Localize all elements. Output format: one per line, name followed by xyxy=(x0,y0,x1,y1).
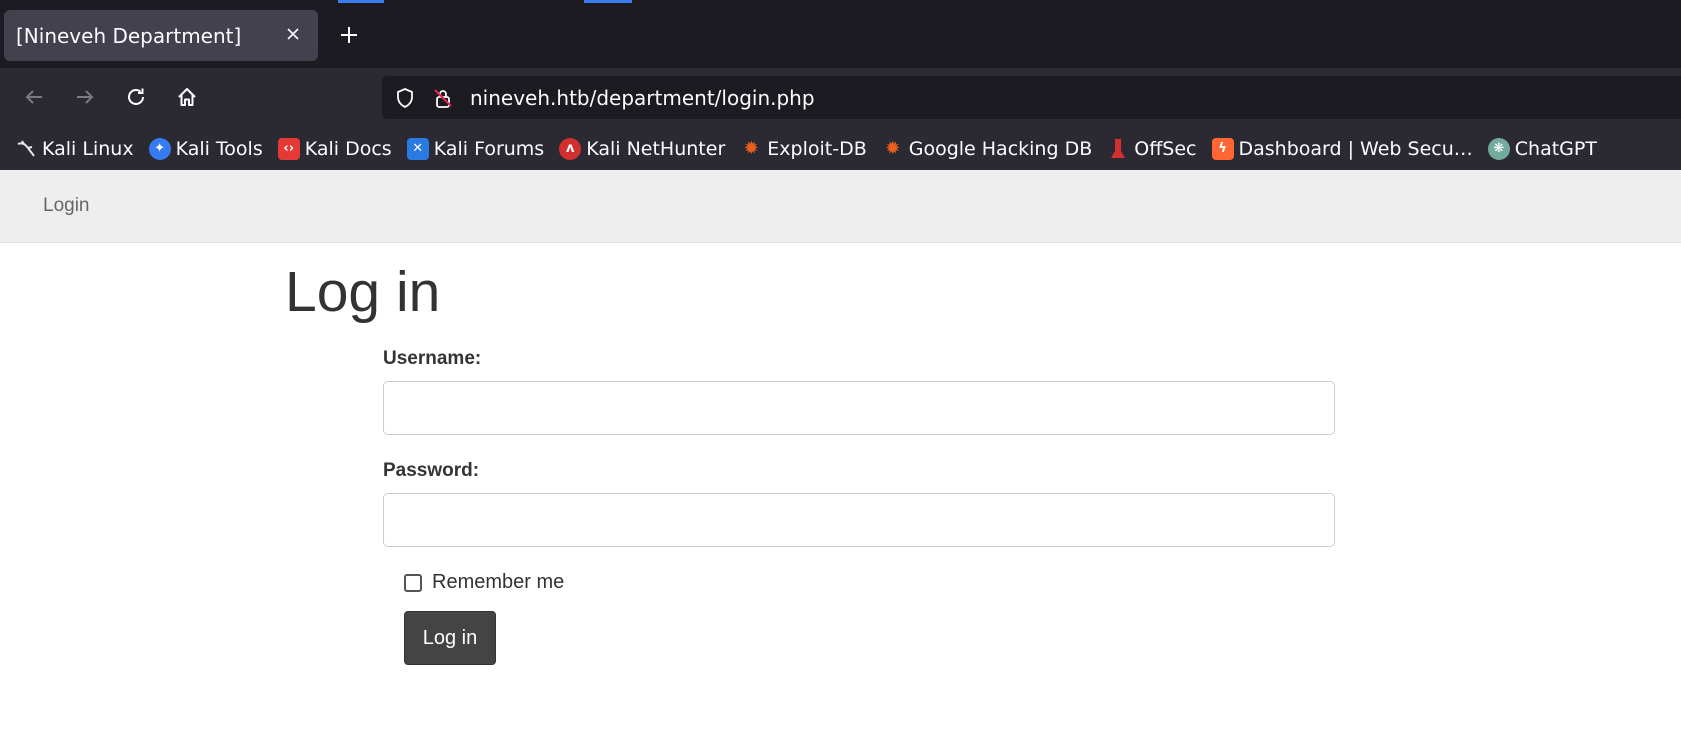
portswigger-icon: ϟ xyxy=(1211,137,1234,160)
tab-title: [Nineveh Department] xyxy=(16,24,242,48)
home-icon[interactable] xyxy=(170,80,204,114)
bookmark-kali-tools[interactable]: ✦ Kali Tools xyxy=(148,137,263,160)
ghdb-icon: ✹ xyxy=(885,138,901,159)
bookmark-label: Kali Tools xyxy=(175,137,263,160)
nav-link-login[interactable]: Login xyxy=(43,195,90,217)
tab-strip: [Nineveh Department] xyxy=(0,0,1681,68)
kali-forums-icon: ✕ xyxy=(406,137,429,160)
bookmark-label: Dashboard | Web Secu… xyxy=(1238,137,1473,160)
username-label: Username: xyxy=(383,348,482,369)
bookmark-kali-nethunter[interactable]: ʌ Kali NetHunter xyxy=(559,137,726,160)
nav-toolbar: nineveh.htb/department/login.php xyxy=(0,68,1681,127)
page-title: Log in xyxy=(285,260,441,324)
remember-me-label[interactable]: Remember me xyxy=(432,571,564,594)
plus-icon[interactable] xyxy=(334,20,364,50)
bookmark-exploit-db[interactable]: ✹ Exploit-DB xyxy=(740,137,867,160)
bookmark-label: Kali Forums xyxy=(433,137,545,160)
arrow-right-icon[interactable] xyxy=(68,80,102,114)
bookmark-kali-forums[interactable]: ✕ Kali Forums xyxy=(406,137,545,160)
web-page: Login Log in Username: Password: Remembe… xyxy=(0,170,1681,742)
close-icon[interactable] xyxy=(280,21,306,47)
login-button[interactable]: Log in xyxy=(404,611,496,665)
password-input[interactable] xyxy=(383,493,1335,547)
bookmark-chatgpt[interactable]: ❋ ChatGPT xyxy=(1487,137,1597,160)
bookmark-label: Kali Linux xyxy=(42,137,134,160)
tab-indicator xyxy=(338,0,384,3)
bookmark-label: Exploit-DB xyxy=(767,137,867,160)
arrow-left-icon[interactable] xyxy=(17,80,51,114)
bookmark-dashboard-web-security[interactable]: ϟ Dashboard | Web Secu… xyxy=(1211,137,1473,160)
kali-tools-icon: ✦ xyxy=(148,137,171,160)
tab-indicator xyxy=(584,0,632,3)
url-text[interactable]: nineveh.htb/department/login.php xyxy=(470,86,815,110)
reload-icon[interactable] xyxy=(119,80,153,114)
url-bar[interactable]: nineveh.htb/department/login.php xyxy=(382,76,1681,119)
tab-nineveh-department[interactable]: [Nineveh Department] xyxy=(4,10,318,61)
remember-me-row[interactable]: Remember me xyxy=(404,571,564,594)
chatgpt-icon: ❋ xyxy=(1487,137,1510,160)
bookmarks-bar: Kali Linux ✦ Kali Tools ‹› Kali Docs ✕ K… xyxy=(0,127,1681,170)
kali-dragon-icon xyxy=(15,138,37,160)
browser-window: [Nineveh Department] nineveh.htb/departm… xyxy=(0,0,1681,742)
kali-docs-icon: ‹› xyxy=(277,137,300,160)
offsec-icon xyxy=(1107,138,1129,160)
bookmark-label: OffSec xyxy=(1134,137,1197,160)
bookmark-kali-linux[interactable]: Kali Linux xyxy=(15,138,134,160)
site-navbar: Login xyxy=(0,170,1681,243)
insecure-lock-icon[interactable] xyxy=(430,85,456,111)
bookmark-label: Google Hacking DB xyxy=(908,137,1093,160)
bookmark-offsec[interactable]: OffSec xyxy=(1107,137,1197,160)
bookmark-google-hacking-db[interactable]: ✹ Google Hacking DB xyxy=(882,137,1093,160)
password-label: Password: xyxy=(383,460,480,481)
bookmark-label: Kali Docs xyxy=(304,137,392,160)
bookmark-label: Kali NetHunter xyxy=(586,137,726,160)
bookmark-kali-docs[interactable]: ‹› Kali Docs xyxy=(277,137,392,160)
bookmark-label: ChatGPT xyxy=(1514,137,1597,160)
exploit-db-icon: ✹ xyxy=(743,138,759,159)
nethunter-icon: ʌ xyxy=(559,137,582,160)
username-input[interactable] xyxy=(383,381,1335,435)
remember-me-checkbox[interactable] xyxy=(404,573,422,592)
shield-icon[interactable] xyxy=(392,85,418,111)
